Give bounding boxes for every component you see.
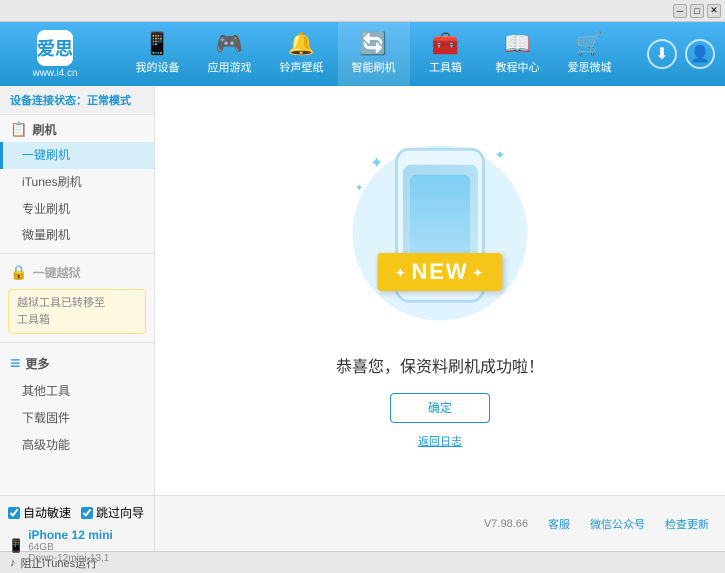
skip-wizard-input[interactable]	[81, 507, 93, 519]
service-link[interactable]: 客服	[548, 516, 570, 532]
nav-item-smart-flash[interactable]: 🔄 智能刷机	[338, 22, 410, 86]
my-device-icon: 📱	[144, 33, 171, 55]
full-bottom: 自动敏速 跳过向导 📱 iPhone 12 mini 64GB Down-12m…	[0, 495, 725, 551]
device-storage: 64GB	[28, 542, 113, 553]
confirm-button[interactable]: 确定	[390, 393, 490, 423]
stop-itunes-label: 阻止iTunes运行	[21, 555, 98, 571]
jailbreak-notice: 越狱工具已转移至工具箱	[8, 289, 146, 334]
wechat-link[interactable]: 微信公众号	[590, 516, 645, 532]
flash-section-title: 📋 刷机	[0, 115, 154, 142]
download-button[interactable]: ⬇	[647, 39, 677, 69]
top-nav: 爱思 www.i4.cn 📱 我的设备 🎮 应用游戏 🔔 铃声壁纸 🔄 智能刷机…	[0, 22, 725, 86]
logo-icon: 爱思	[37, 30, 73, 66]
nav-item-tutorial[interactable]: 📖 教程中心	[482, 22, 554, 86]
logo-area: 爱思 www.i4.cn	[10, 30, 100, 79]
skip-wizard-checkbox[interactable]: 跳过向导	[81, 504, 144, 521]
nav-items: 📱 我的设备 🎮 应用游戏 🔔 铃声壁纸 🔄 智能刷机 🧰 工具箱 📖 教程中心…	[100, 22, 647, 86]
tutorial-icon: 📖	[504, 33, 531, 55]
sidebar-item-one-key-flash[interactable]: 一键刷机	[0, 142, 154, 169]
sidebar-item-advanced[interactable]: 高级功能	[0, 432, 154, 459]
skip-wizard-label: 跳过向导	[96, 504, 144, 521]
sidebar-item-pro-flash[interactable]: 专业刷机	[0, 196, 154, 223]
more-section-label: 更多	[26, 355, 50, 372]
success-illustration: ✦ ✦ ✦ NEW	[340, 133, 540, 333]
sparkle-2: ✦	[495, 148, 505, 162]
nav-item-toolbox-label: 工具箱	[429, 59, 462, 75]
toolbox-icon: 🧰	[432, 33, 459, 55]
success-message: 恭喜您，保资料刷机成功啦！	[336, 353, 544, 377]
nav-item-my-device[interactable]: 📱 我的设备	[122, 22, 194, 86]
smart-flash-icon: 🔄	[360, 33, 387, 55]
nav-item-ringtone[interactable]: 🔔 铃声壁纸	[266, 22, 338, 86]
nav-item-toolbox[interactable]: 🧰 工具箱	[410, 22, 482, 86]
sidebar-status: 设备连接状态：正常模式	[0, 86, 154, 115]
status-value: 正常模式	[87, 95, 131, 107]
sparkle-1: ✦	[370, 153, 383, 173]
ringtone-icon: 🔔	[288, 33, 315, 55]
bottom-content-part: V7.98.66 客服 微信公众号 检查更新	[155, 496, 725, 551]
user-button[interactable]: 👤	[685, 39, 715, 69]
lock-icon: 🔒	[10, 264, 27, 281]
sidebar-item-itunes-flash[interactable]: iTunes刷机	[0, 169, 154, 196]
flash-section-icon: 📋	[10, 121, 27, 138]
new-badge: NEW	[377, 253, 502, 291]
weidian-icon: 🛒	[576, 33, 603, 55]
close-button[interactable]: ✕	[707, 4, 721, 18]
nav-item-ringtone-label: 铃声壁纸	[280, 59, 324, 75]
bottom-checkboxes: 自动敏速 跳过向导	[8, 500, 146, 525]
app-game-icon: 🎮	[216, 33, 243, 55]
nav-item-app-game[interactable]: 🎮 应用游戏	[194, 22, 266, 86]
flash-section-label: 刷机	[32, 121, 56, 138]
sidebar-item-micro-flash[interactable]: 微量刷机	[0, 222, 154, 249]
itunes-icon: ♪	[10, 557, 16, 569]
more-section-title: ≡ 更多	[0, 347, 154, 378]
nav-right: ⬇ 👤	[647, 39, 715, 69]
nav-item-weidian-label: 爱思微城	[568, 59, 612, 75]
jailbreak-section-title: 🔒 一键越狱	[0, 258, 154, 285]
auto-speed-input[interactable]	[8, 507, 20, 519]
sidebar: 设备连接状态：正常模式 📋 刷机 一键刷机 iTunes刷机 专业刷机 微量刷机…	[0, 86, 155, 495]
nav-item-my-device-label: 我的设备	[136, 59, 180, 75]
update-link[interactable]: 检查更新	[665, 516, 709, 532]
bottom-sidebar-part: 自动敏速 跳过向导 📱 iPhone 12 mini 64GB Down-12m…	[0, 496, 155, 551]
nav-item-weidian[interactable]: 🛒 爱思微城	[554, 22, 626, 86]
sparkle-3: ✦	[355, 183, 363, 194]
maximize-button[interactable]: □	[690, 4, 704, 18]
device-name: iPhone 12 mini	[28, 528, 113, 542]
jailbreak-section-label: 一键越狱	[32, 264, 80, 281]
content-area: ✦ ✦ ✦ NEW 恭喜您，保资料刷机成功啦！ 确定 返回日志	[155, 86, 725, 495]
minimize-button[interactable]: ─	[673, 4, 687, 18]
main-area: 设备连接状态：正常模式 📋 刷机 一键刷机 iTunes刷机 专业刷机 微量刷机…	[0, 86, 725, 495]
auto-speed-label: 自动敏速	[23, 504, 71, 521]
auto-speed-checkbox[interactable]: 自动敏速	[8, 504, 71, 521]
sidebar-item-download-fw[interactable]: 下载固件	[0, 405, 154, 432]
sidebar-divider-2	[0, 342, 154, 343]
more-icon: ≡	[10, 353, 21, 374]
logo-text: www.i4.cn	[32, 68, 77, 79]
title-bar: ─ □ ✕	[0, 0, 725, 22]
sidebar-item-other-tools[interactable]: 其他工具	[0, 378, 154, 405]
back-link[interactable]: 返回日志	[418, 433, 462, 449]
device-phone-icon: 📱	[8, 538, 24, 554]
status-label: 设备连接状态：	[10, 95, 87, 107]
nav-item-tutorial-label: 教程中心	[496, 59, 540, 75]
nav-item-app-game-label: 应用游戏	[208, 59, 252, 75]
nav-item-smart-flash-label: 智能刷机	[352, 59, 396, 75]
version-text: V7.98.66	[484, 518, 528, 530]
sidebar-divider-1	[0, 253, 154, 254]
